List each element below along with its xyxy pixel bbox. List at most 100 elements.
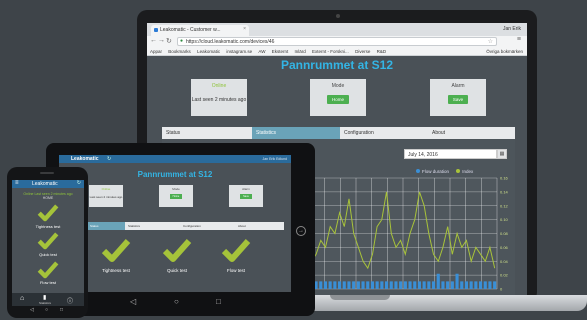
tablet-screen: Leakomatic ↻ Jan Erik Edlund Pannrummet … (59, 155, 291, 292)
home-tab-icon[interactable]: ⌂ (20, 295, 24, 302)
tablet-alarm-title: Alarm (242, 187, 250, 191)
recents-nav-icon[interactable]: □ (216, 297, 221, 306)
other-bookmarks[interactable]: Övriga bokmärken (486, 49, 523, 54)
tab-about[interactable]: About (428, 127, 515, 139)
phone-mode-text: HOME (42, 196, 54, 200)
flow-bar (417, 281, 421, 289)
star-icon[interactable]: ☆ (488, 38, 493, 45)
flow-bar (361, 281, 365, 289)
tablet-home-icon[interactable]: → (296, 226, 306, 236)
chart-tab-icon[interactable]: ▮ (43, 294, 46, 301)
refresh-icon[interactable]: ↻ (107, 156, 111, 162)
info-tab-icon[interactable]: ⓘ (67, 296, 73, 305)
flow-bar (342, 281, 346, 289)
home-nav-icon[interactable]: ○ (174, 297, 179, 306)
tablet-tab-status[interactable]: Status (87, 222, 125, 230)
tablet-flow-check-icon[interactable] (221, 237, 251, 263)
bookmark-item[interactable]: Externt - Forskni... (312, 49, 349, 54)
save-button[interactable]: Save (447, 95, 469, 104)
flow-bar (319, 281, 323, 289)
alarm-card: Alarm Save (430, 79, 486, 116)
phone-screen: ≡ Leakomatic ↻ Online Last seen 2 minute… (12, 180, 84, 306)
favicon-icon (154, 28, 158, 32)
forward-icon[interactable]: → (158, 37, 165, 44)
flow-bar (464, 281, 468, 289)
tablet-user[interactable]: Jan Erik Edlund (262, 157, 287, 161)
close-icon[interactable]: × (243, 26, 246, 32)
y-tick-label: 0.12 (500, 203, 509, 208)
tablet-quick-check-icon[interactable] (162, 237, 192, 263)
tablet-status-title: Online (101, 187, 111, 191)
bookmark-item[interactable]: Bookmarks (168, 49, 191, 54)
alarm-card-title: Alarm (451, 83, 465, 89)
tablet-navbar: Leakomatic ↻ Jan Erik Edlund (59, 155, 291, 163)
lock-icon: ● (180, 38, 184, 44)
flow-bar (450, 281, 454, 289)
phone-bottom-bar: ⌂ ▮ Statistics ⓘ (12, 293, 84, 306)
phone-recents-icon[interactable]: □ (60, 307, 63, 313)
phone-back-icon[interactable]: ◁ (30, 307, 34, 313)
y-tick-label: 0.10 (500, 217, 509, 222)
y-tick-label: 0.04 (500, 259, 509, 264)
bookmark-item[interactable]: AW (258, 49, 265, 54)
laptop-notch (330, 295, 390, 300)
bookmark-item[interactable]: Diverse (355, 49, 370, 54)
bookmark-item[interactable]: R&D (377, 49, 387, 54)
menu-icon[interactable]: ≡ (517, 36, 521, 43)
tablet-tab-configuration[interactable]: Configuration (180, 222, 235, 230)
address-bar[interactable]: ● https://cloud.leakomatic.com/devices/4… (177, 37, 497, 46)
tablet-page-title: Pannrummet at S12 (137, 170, 213, 179)
flow-bar (441, 281, 445, 289)
back-icon[interactable]: ← (150, 37, 157, 44)
statistics-tab-label: Statistics (39, 301, 52, 305)
tablet-tightness-label: Tightness test (102, 268, 130, 273)
flow-bar (474, 281, 478, 289)
bookmark-item[interactable]: Eksternt (272, 49, 289, 54)
flow-bar (469, 281, 473, 289)
tablet-tab-about[interactable]: About (235, 222, 284, 230)
flow-bar (422, 281, 426, 289)
tablet-logo[interactable]: Leakomatic (71, 156, 99, 162)
y-tick-label: 0.08 (500, 231, 509, 236)
phone-tightness-check-icon[interactable] (37, 203, 59, 222)
tablet-tightness-check-icon[interactable] (101, 237, 131, 263)
flow-bar (356, 281, 360, 289)
reload-icon[interactable]: ↻ (166, 37, 172, 45)
flow-bar (399, 281, 403, 289)
bookmark-item[interactable]: Inlärd (295, 49, 306, 54)
flow-bar (483, 281, 487, 289)
back-nav-icon[interactable]: ◁ (130, 297, 136, 306)
tablet-mode-title: Mode (172, 187, 180, 191)
tab-statistics[interactable]: Statistics (252, 127, 340, 139)
flow-bar (366, 281, 370, 289)
phone-logo[interactable]: Leakomatic (32, 181, 58, 187)
phone-home-icon[interactable]: ○ (45, 307, 48, 313)
tab-status[interactable]: Status (162, 127, 252, 139)
flow-bar (328, 281, 332, 289)
bookmark-item[interactable]: Leakomatic (197, 49, 220, 54)
y-tick-label: 0.14 (500, 189, 509, 194)
tablet-tab-bar: Status Statistics Configuration About (87, 222, 284, 230)
date-input[interactable]: July 14, 2016 (404, 149, 497, 159)
mode-card-title: Mode (331, 83, 345, 89)
tablet-home-button[interactable]: Home (170, 194, 182, 199)
tablet-save-button[interactable]: Save (240, 194, 252, 199)
calendar-icon[interactable]: ▦ (497, 149, 507, 159)
home-button[interactable]: Home (326, 95, 349, 104)
tablet-tab-statistics[interactable]: Statistics (125, 222, 180, 230)
flow-bar (323, 281, 327, 289)
bookmark-item[interactable]: Appar (150, 49, 162, 54)
user-badge[interactable]: Jan Erik (503, 26, 521, 32)
browser-tab[interactable]: Leakomatic - Customer w... × (151, 25, 249, 36)
tablet-status-text: Last seen 2 minutes ago (89, 195, 123, 199)
phone-quick-check-icon[interactable] (37, 231, 59, 250)
phone-refresh-icon[interactable]: ↻ (77, 180, 81, 186)
bookmark-item[interactable]: instagram.se (226, 49, 252, 54)
tablet-flow-label: Flow test (226, 268, 245, 273)
url-text: https://cloud.leakomatic.com/devices/46 (186, 39, 275, 45)
laptop-camera (336, 14, 340, 18)
tab-configuration[interactable]: Configuration (340, 127, 428, 139)
phone-flow-check-icon[interactable] (37, 260, 59, 279)
hamburger-icon[interactable]: ≡ (15, 180, 19, 186)
statistics-chart: 0.16 0.14 0.12 0.10 0.08 0.06 0.04 0.02 0 (309, 176, 509, 292)
